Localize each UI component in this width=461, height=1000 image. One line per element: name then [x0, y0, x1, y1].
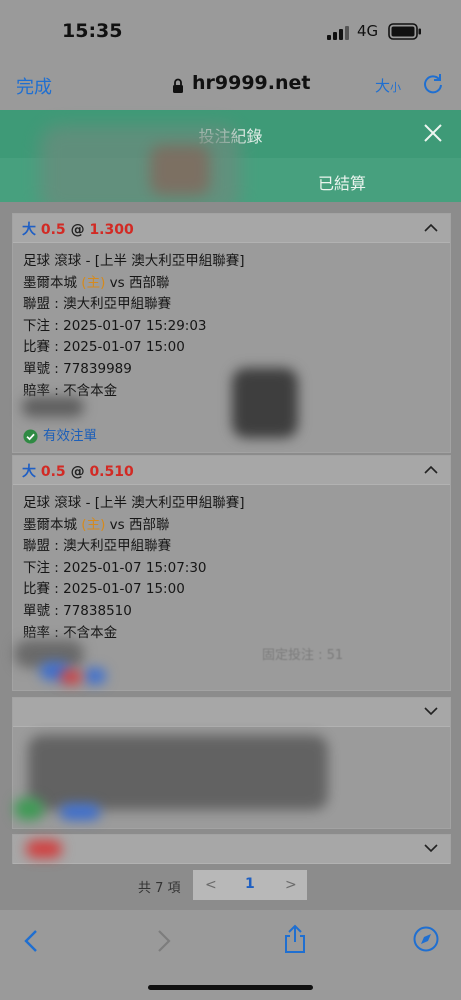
compass-icon[interactable] — [413, 926, 439, 952]
lock-icon — [173, 78, 183, 93]
bet-line: 0.5 — [40, 464, 66, 480]
league-line: 聯盟 : 澳大利亞甲組聯賽 — [23, 538, 172, 555]
redaction-scribble — [150, 145, 210, 195]
redaction-scribble — [22, 397, 84, 417]
valid-status: 有效注單 — [23, 426, 440, 448]
odds-type-line: 賠率 : 不含本金 — [23, 624, 118, 641]
forward-icon[interactable] — [155, 928, 173, 954]
close-icon[interactable] — [422, 122, 444, 144]
redaction-scribble — [60, 804, 100, 820]
font-size-big: 大 — [375, 77, 391, 95]
away-team: 西部聯 — [128, 274, 170, 291]
network-label: 4G — [357, 22, 379, 40]
tab-settled[interactable]: 已結算 — [318, 170, 366, 194]
redaction-scribble — [84, 668, 106, 684]
done-button[interactable]: 完成 — [16, 73, 52, 99]
sport-line: 足球 滾球 - [上半 澳大利亞甲組聯賽] — [23, 253, 245, 269]
bet-line: 0.5 — [40, 222, 66, 238]
sport-line: 足球 滾球 - [上半 澳大利亞甲組聯賽] — [23, 495, 245, 511]
ticket-line: 單號 : 77838510 — [23, 602, 132, 619]
bet-card-header[interactable] — [13, 698, 450, 727]
placed-line: 下注 : 2025-01-07 15:07:30 — [23, 559, 207, 576]
redaction-scribble — [232, 368, 298, 438]
bet-odds: 大 0.5 @ 0.510 — [22, 461, 134, 481]
away-team: 西部聯 — [128, 516, 170, 533]
check-circle-icon — [23, 429, 38, 444]
font-size-small: 小 — [390, 81, 402, 94]
market-prefix: 大 — [22, 464, 36, 480]
signal-icon — [327, 26, 349, 40]
redaction-scribble — [26, 840, 62, 858]
odds-value: 1.300 — [89, 222, 134, 238]
home-tag: (主) — [81, 274, 106, 291]
chevron-up-icon[interactable] — [424, 465, 438, 474]
chevron-up-icon[interactable] — [424, 223, 438, 232]
bet-odds: 大 0.5 @ 1.300 — [22, 219, 134, 239]
pagination-controls: < 1 > — [193, 870, 307, 900]
pagination: 共 7 項 < 1 > — [0, 870, 461, 900]
market-prefix: 大 — [22, 222, 36, 238]
bet-card — [12, 834, 451, 864]
league-line: 聯盟 : 澳大利亞甲組聯賽 — [23, 296, 172, 313]
home-indicator — [148, 985, 313, 990]
home-team: 墨爾本城 — [23, 516, 77, 533]
share-icon[interactable] — [283, 924, 307, 954]
font-size-button[interactable]: 大小 — [375, 75, 401, 96]
bet-card-header[interactable]: 大 0.5 @ 0.510 — [13, 456, 450, 485]
valid-status-label: 有效注單 — [43, 428, 97, 445]
placed-line: 下注 : 2025-01-07 15:29:03 — [23, 317, 207, 334]
redaction-scribble — [60, 670, 82, 684]
odds-value: 0.510 — [89, 464, 134, 480]
bet-card-body: 足球 滾球 - [上半 澳大利亞甲組聯賽] 墨爾本城 (主) vs 西部聯 聯盟… — [13, 485, 450, 648]
home-tag: (主) — [81, 516, 106, 533]
teams-line: 墨爾本城 (主) vs 西部聯 — [23, 515, 440, 537]
teams-line: 墨爾本城 (主) vs 西部聯 — [23, 273, 440, 295]
at-sign: @ — [70, 464, 85, 480]
redaction-scribble — [28, 735, 328, 810]
chevron-down-icon[interactable] — [424, 707, 438, 716]
status-bar: 15:35 4G — [0, 0, 461, 62]
vs-label: vs — [109, 274, 125, 291]
bet-card-header[interactable] — [13, 835, 450, 864]
next-page-button[interactable]: > — [285, 877, 297, 893]
battery-icon — [388, 23, 421, 40]
status-time: 15:35 — [62, 20, 123, 42]
browser-bar: 完成 hr9999.net 大小 — [0, 62, 461, 110]
faint-stake-text: 固定投注 : 51 — [262, 648, 344, 663]
redaction-scribble — [14, 798, 44, 820]
reload-icon[interactable] — [422, 73, 444, 95]
at-sign: @ — [70, 222, 85, 238]
prev-page-button[interactable]: < — [205, 877, 217, 893]
vs-label: vs — [109, 516, 125, 533]
back-icon[interactable] — [22, 928, 40, 954]
match-time-line: 比賽 : 2025-01-07 15:00 — [23, 581, 185, 598]
bet-card-header[interactable]: 大 0.5 @ 1.300 — [13, 214, 450, 243]
match-time-line: 比賽 : 2025-01-07 15:00 — [23, 339, 185, 356]
current-page[interactable]: 1 — [245, 876, 255, 892]
url-address[interactable]: hr9999.net — [192, 72, 311, 94]
chevron-down-icon[interactable] — [424, 844, 438, 853]
home-team: 墨爾本城 — [23, 274, 77, 291]
total-count: 共 7 項 — [138, 881, 181, 896]
